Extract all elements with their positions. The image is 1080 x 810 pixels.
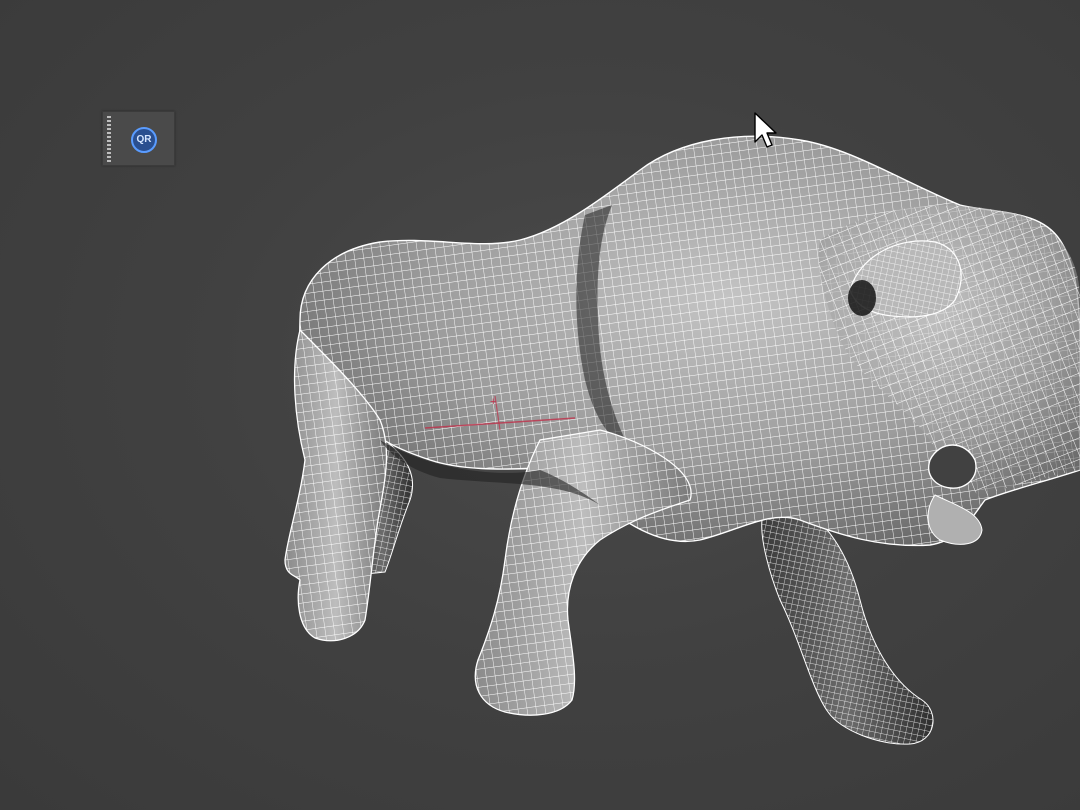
mouse-cursor-icon — [754, 112, 777, 148]
bull-mesh[interactable]: + — [0, 0, 1080, 810]
svg-text:+: + — [490, 396, 496, 408]
3d-viewport[interactable]: QR + — [0, 0, 1080, 810]
near-front-leg — [474, 429, 692, 716]
